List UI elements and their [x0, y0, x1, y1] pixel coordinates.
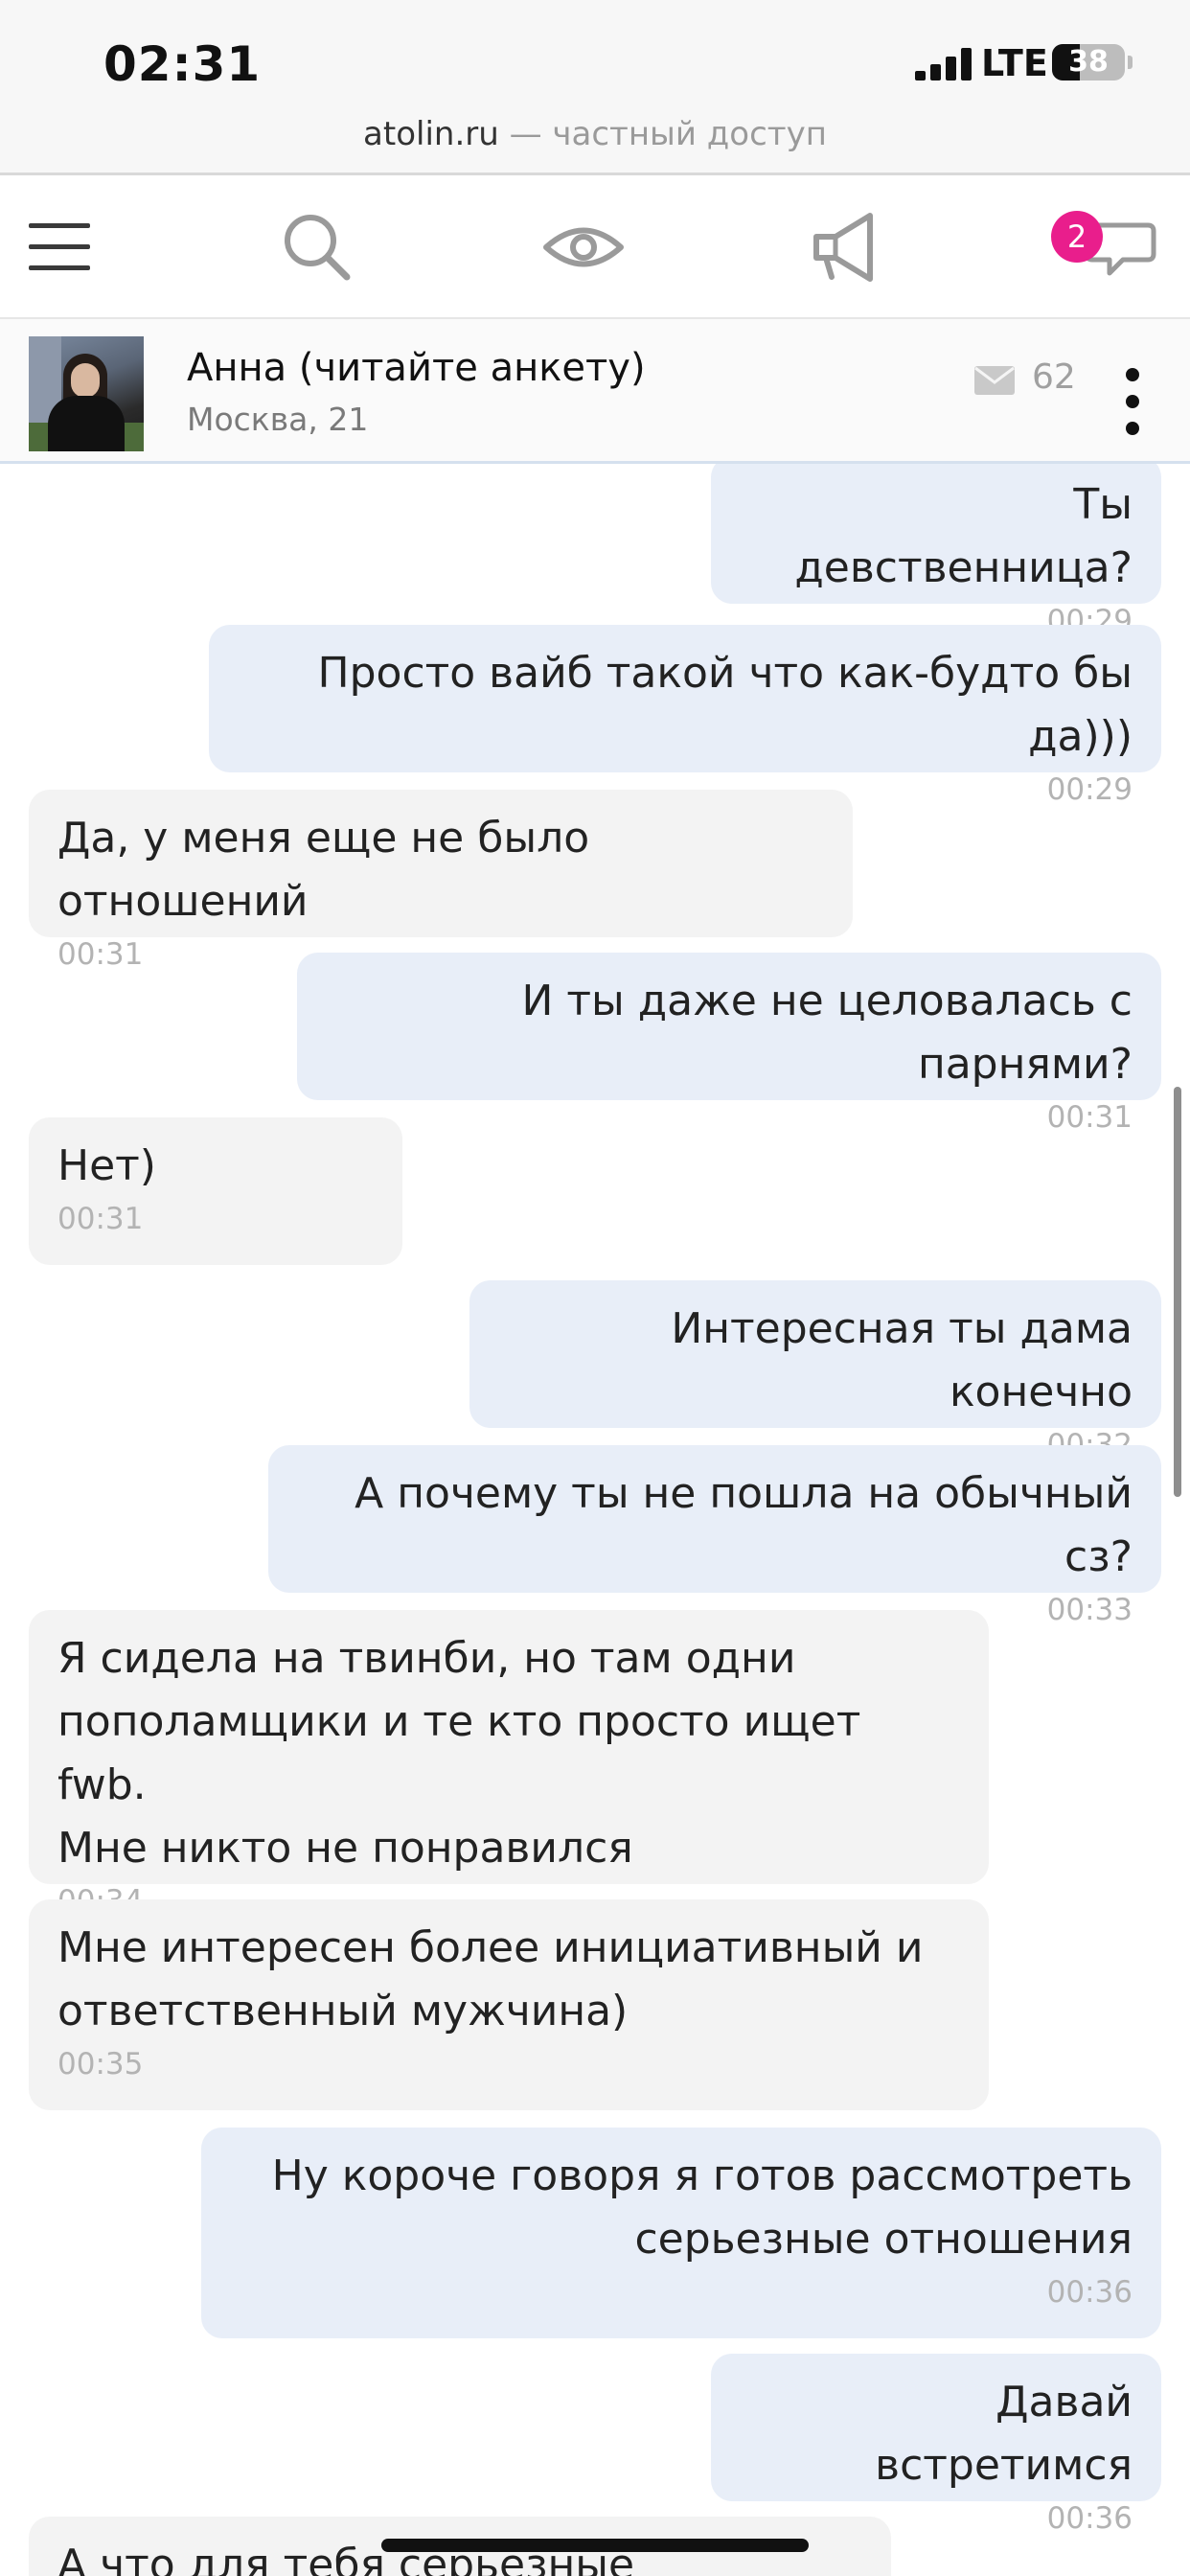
- message-outgoing[interactable]: И ты даже не целовалась с парнями? 00:31: [297, 953, 1161, 1135]
- message-incoming[interactable]: Нет) 00:31: [29, 1117, 402, 1265]
- message-text: И ты даже не целовалась с парнями?: [521, 977, 1133, 1089]
- message-text: Мне интересен более инициативный и ответ…: [57, 1923, 924, 2036]
- message-outgoing[interactable]: А почему ты не пошла на обычный сз? 00:3…: [268, 1445, 1161, 1627]
- message-text: Просто вайб такой что как-будто бы да))): [317, 649, 1133, 761]
- message-text: Да, у меня еще не было отношений: [57, 814, 590, 926]
- message-incoming[interactable]: Мне интересен более инициативный и ответ…: [29, 1899, 989, 2110]
- unread-badge[interactable]: 2: [1051, 211, 1103, 263]
- search-icon[interactable]: [274, 204, 360, 290]
- message-incoming[interactable]: Да, у меня еще не было отношений 00:31: [29, 790, 853, 972]
- more-options-icon[interactable]: [1115, 363, 1150, 440]
- status-time: 02:31: [103, 36, 262, 92]
- eye-icon[interactable]: [540, 204, 627, 290]
- address-bar[interactable]: atolin.ru — частный доступ: [0, 107, 1190, 172]
- menu-icon[interactable]: [17, 204, 103, 290]
- message-time: 00:35: [57, 2047, 144, 2082]
- message-list[interactable]: Ты девственница? 00:29 Просто вайб такой…: [0, 464, 1190, 2576]
- contact-name[interactable]: Анна (читайте анкету): [187, 346, 646, 390]
- contact-location: Москва, 21: [187, 401, 369, 438]
- url-suffix: — частный доступ: [498, 115, 827, 153]
- megaphone-icon[interactable]: [807, 204, 893, 290]
- message-text: Интересная ты дама конечно: [671, 1304, 1133, 1416]
- message-outgoing[interactable]: Просто вайб такой что как-будто бы да)))…: [209, 625, 1161, 807]
- signal-icon: [915, 48, 972, 80]
- message-time: 00:36: [1046, 2275, 1133, 2310]
- status-bar: 02:31 LTE 38: [0, 0, 1190, 125]
- battery-level: 38: [1068, 45, 1109, 79]
- battery-tip: [1128, 56, 1133, 69]
- message-time: 00:31: [57, 1202, 144, 1236]
- message-text: А почему ты не пошла на обычный сз?: [355, 1469, 1133, 1581]
- scrollbar[interactable]: [1174, 1087, 1181, 1497]
- home-indicator[interactable]: [381, 2539, 809, 2552]
- message-incoming[interactable]: Я сидела на твинби, но там одни пополамщ…: [29, 1610, 989, 1919]
- message-outgoing[interactable]: Интересная ты дама конечно 00:32: [469, 1280, 1161, 1462]
- avatar[interactable]: [29, 336, 144, 451]
- message-count: 62: [1032, 357, 1076, 397]
- avatar-face: [71, 363, 100, 398]
- top-navigation: [0, 175, 1190, 317]
- battery-icon: 38: [1052, 44, 1125, 80]
- message-text: Я сидела на твинби, но там одни пополамщ…: [57, 1634, 861, 1873]
- message-outgoing[interactable]: Давай встретимся 00:36: [711, 2354, 1161, 2536]
- message-outgoing[interactable]: Ты девственница? 00:29: [711, 464, 1161, 638]
- message-text: Ты девственница?: [794, 480, 1133, 592]
- network-type: LTE: [981, 42, 1048, 84]
- envelope-icon: [974, 366, 1015, 395]
- message-time: 00:31: [1046, 1100, 1133, 1135]
- message-text: Нет): [57, 1141, 156, 1190]
- message-text: Давай встретимся: [875, 2378, 1133, 2490]
- message-outgoing[interactable]: Ну короче говоря я готов рассмотреть сер…: [201, 2128, 1161, 2338]
- avatar-body: [48, 396, 125, 451]
- url-domain: atolin.ru: [363, 115, 499, 153]
- message-text: Ну короче говоря я готов рассмотреть сер…: [271, 2151, 1133, 2264]
- chat-header: Анна (читайте анкету) Москва, 21 62: [0, 319, 1190, 461]
